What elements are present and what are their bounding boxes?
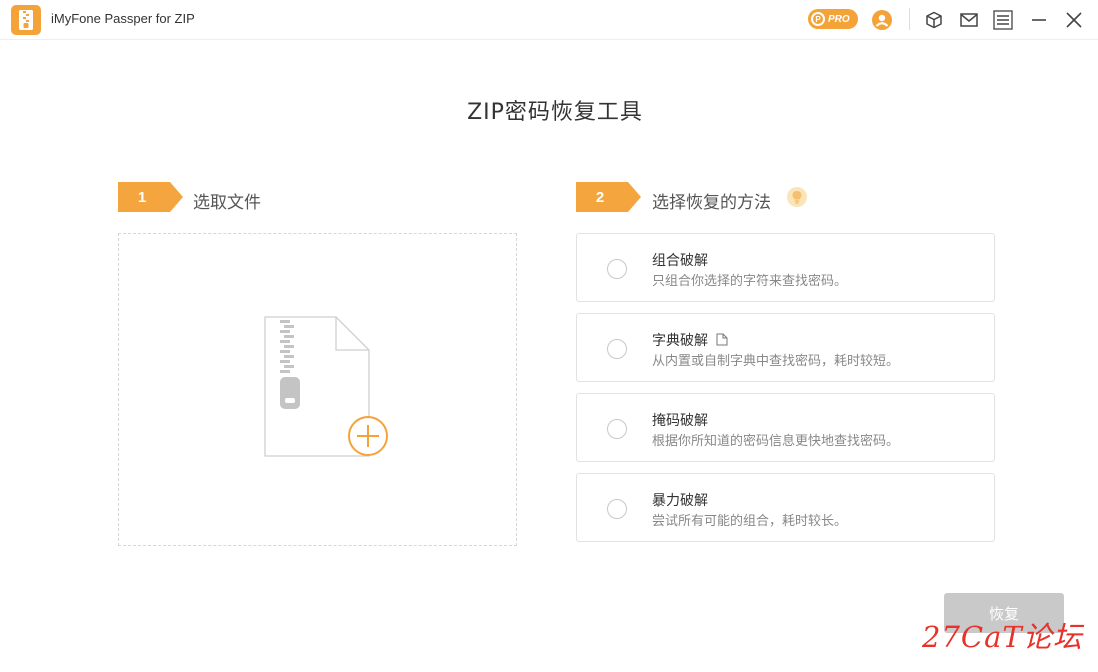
method-desc: 根据你所知道的密码信息更快地查找密码。 (652, 434, 900, 449)
method-desc: 从内置或自制字典中查找密码，耗时较短。 (652, 354, 900, 369)
method-option-combination[interactable]: 组合破解 只组合你选择的字符来查找密码。 (576, 233, 995, 302)
method-desc: 只组合你选择的字符来查找密码。 (652, 274, 848, 289)
close-icon (1066, 12, 1082, 28)
hint-bulb-icon[interactable] (787, 187, 807, 207)
app-logo-icon (11, 5, 41, 35)
pro-coin-icon: P (811, 12, 825, 26)
window-title: iMyFone Passper for ZIP (51, 11, 195, 26)
title-bar: iMyFone Passper for ZIP P PRO (0, 0, 1098, 40)
mail-icon (960, 13, 978, 27)
method-radio[interactable] (607, 259, 627, 279)
account-button[interactable] (871, 9, 893, 31)
method-option-mask[interactable]: 掩码破解 根据你所知道的密码信息更快地查找密码。 (576, 393, 995, 462)
page-title: ZIP密码恢复工具 (467, 100, 643, 125)
zip-file-icon (264, 316, 388, 457)
method-name: 暴力破解 (652, 493, 708, 509)
step1-tag: 1 (118, 182, 184, 212)
method-name-text: 字典破解 (652, 333, 708, 349)
step2-number: 2 (595, 188, 605, 206)
method-name: 字典破解 (652, 330, 728, 350)
close-button[interactable] (1063, 9, 1085, 31)
step1-label: 选取文件 (193, 193, 261, 213)
method-radio[interactable] (607, 339, 627, 359)
document-icon[interactable] (716, 333, 728, 346)
watermark: 27CaT论坛 (922, 620, 1083, 654)
method-option-dictionary[interactable]: 字典破解 从内置或自制字典中查找密码，耗时较短。 (576, 313, 995, 382)
method-desc: 尝试所有可能的组合，耗时较长。 (652, 514, 848, 529)
cube-icon (926, 11, 942, 29)
minimize-icon (1032, 19, 1046, 21)
method-option-brute-force[interactable]: 暴力破解 尝试所有可能的组合，耗时较长。 (576, 473, 995, 542)
menu-icon (993, 10, 1013, 30)
step2-tag: 2 (576, 182, 642, 212)
minimize-button[interactable] (1028, 9, 1050, 31)
menu-button[interactable] (992, 9, 1014, 31)
method-name: 掩码破解 (652, 413, 708, 429)
method-radio[interactable] (607, 419, 627, 439)
feedback-button[interactable] (958, 9, 980, 31)
add-plus-icon (348, 416, 388, 456)
step1-number: 1 (137, 188, 147, 206)
file-drop-zone[interactable] (118, 233, 517, 546)
pro-badge-label: PRO (828, 13, 850, 25)
pro-badge[interactable]: P PRO (808, 9, 858, 29)
titlebar-separator (909, 8, 910, 30)
account-icon (872, 10, 892, 30)
method-name: 组合破解 (652, 253, 708, 269)
product-button[interactable] (923, 9, 945, 31)
step2-label: 选择恢复的方法 (652, 193, 771, 213)
method-radio[interactable] (607, 499, 627, 519)
